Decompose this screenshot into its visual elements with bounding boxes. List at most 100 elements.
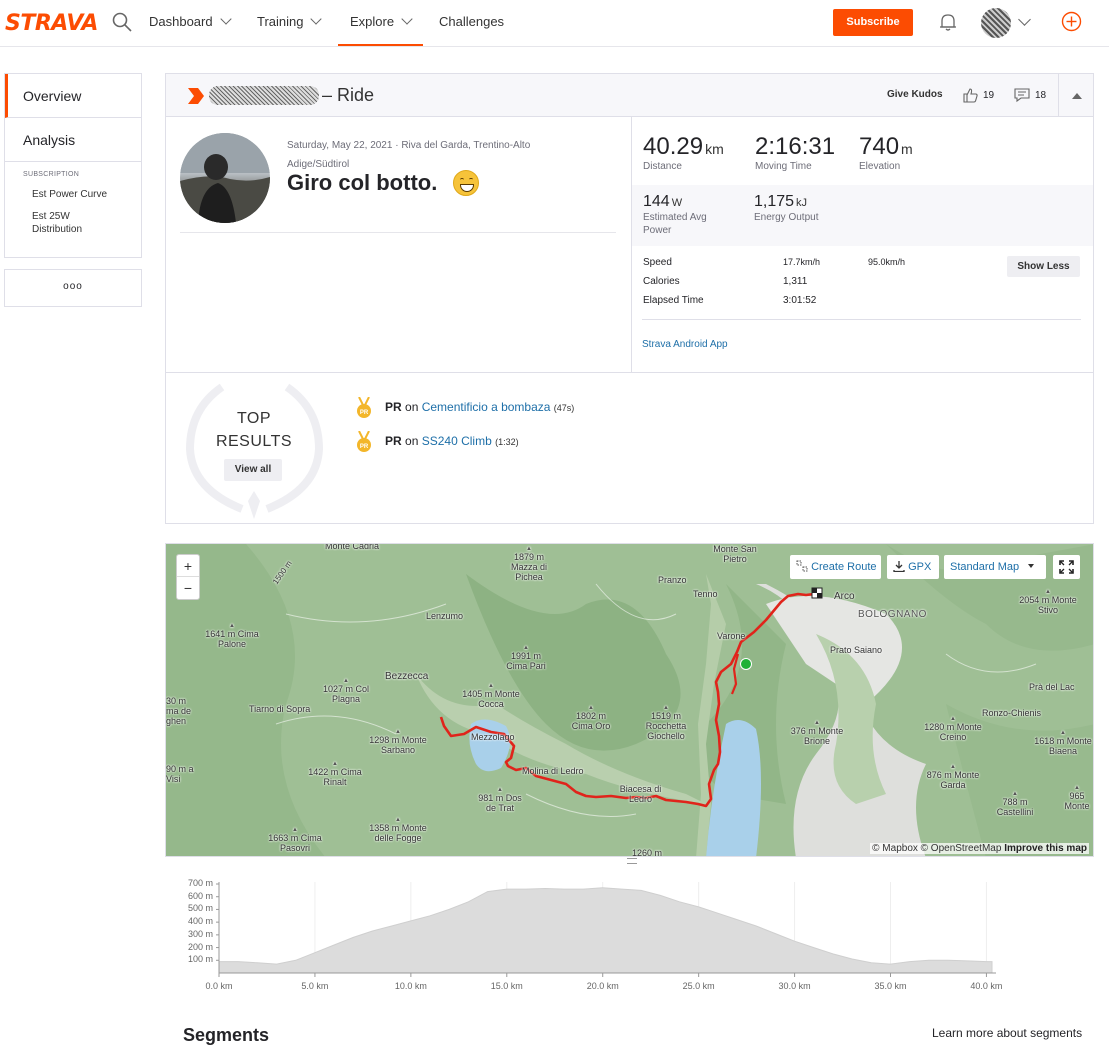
top-results-heading-line: RESULTS [215,433,293,450]
power-unit: W [671,197,683,209]
create-route-label: Create Route [811,561,877,573]
map-label: Monte Cadria [325,543,380,551]
give-kudos-button[interactable]: Give Kudos [887,89,943,100]
create-route-button[interactable]: Create Route [790,555,881,579]
bell-icon[interactable] [938,12,958,32]
activity-title: Giro col botto. [287,170,438,195]
nav-dashboard[interactable]: Dashboard [149,0,232,46]
map-label: 1027 m Col Plagna [322,678,370,704]
svg-text:PR: PR [360,444,369,450]
chevron-down-icon [401,13,413,25]
divider [180,232,616,233]
pr-on: on [405,400,419,414]
comment-icon[interactable] [1014,87,1030,103]
device-link[interactable]: Strava Android App [642,339,728,350]
map-attribution-text[interactable]: © Mapbox © OpenStreetMap [872,843,1001,854]
map-attribution: © Mapbox © OpenStreetMap Improve this ma… [870,843,1089,854]
activity-card: – Ride Give Kudos 19 18 Saturday, May 22… [165,73,1094,524]
nav-challenges[interactable]: Challenges [439,0,504,46]
chevron-down-icon [310,13,323,25]
x-tick-label: 25.0 km [682,981,715,991]
sidebar-tab-overview[interactable]: Overview [5,74,141,118]
more-actions-button[interactable]: ooo [4,269,142,307]
subscribe-button[interactable]: Subscribe [833,9,913,36]
map-label: 788 m Castellini [992,791,1038,817]
user-avatar[interactable] [981,8,1011,38]
speed-avg: 17.7km/h [783,257,821,267]
stat-energy: 1,175 kJ Energy Output [754,193,818,224]
expand-icon [1059,560,1074,574]
plus-circle-icon[interactable] [1061,11,1082,32]
improve-map-link[interactable]: Improve this map [1004,843,1087,854]
map-label: 965 Monte [1060,785,1093,811]
y-tick-label: 300 m [187,928,213,939]
divider [642,319,1081,320]
sidebar-link-power-curve[interactable]: Est Power Curve [23,188,141,201]
zoom-in-button[interactable]: + [177,555,199,577]
x-tick-label: 20.0 km [586,981,619,991]
sidebar-tab-analysis[interactable]: Analysis [5,118,141,162]
stat-power: 144 W Estimated Avg Power [643,193,733,237]
kudos-count[interactable]: 19 [983,90,994,101]
resize-handle[interactable] [627,858,637,864]
nav-dashboard-label: Dashboard [149,14,213,29]
divider [166,372,1093,373]
grinning-emoji-icon [453,170,479,196]
x-tick-label: 0.0 km [205,981,233,991]
athlete-name-redacted[interactable] [209,86,319,105]
fullscreen-button[interactable] [1053,555,1080,579]
calories-value: 1,311 [783,276,808,287]
map-label: Biacesa di Ledro [619,784,662,804]
elevation-profile[interactable]: 700 m 600 m 500 m 400 m 300 m 200 m 100 m 0.0 k… [165,858,1094,996]
segments-heading: Segments [183,1025,270,1045]
map-label: 30 m ma de ghen [166,696,192,726]
subscription-section: SUBSCRIPTION Est Power Curve Est 25W Dis… [5,162,141,257]
map-label: Varone [717,631,746,641]
map-label: Prà del Lac [1029,682,1075,692]
route-map[interactable]: + − Create Route GPX Standard Map Monte … [165,543,1094,857]
activity-date-location: Saturday, May 22, 2021 · Riva del Garda,… [287,140,531,170]
pr-medal-icon: PR [357,397,371,418]
map-label: 1280 m Monte Creino [920,716,986,742]
learn-more-segments-link[interactable]: Learn more about segments [932,1026,1082,1040]
elevation-chart [216,882,996,977]
map-style-dropdown[interactable]: Standard Map [944,555,1046,579]
nav-training[interactable]: Training [257,0,323,46]
caret-down-icon [1028,564,1035,568]
segment-link[interactable]: Cementificio a bombaza [422,400,551,414]
x-tick-label: 10.0 km [394,981,427,991]
sidebar-link-power-distribution[interactable]: Est 25W Distribution [23,210,103,236]
map-label: 876 m Monte Garda [920,764,986,790]
map-label: 1641 m Cima Palone [202,623,262,649]
show-less-button[interactable]: Show Less [1007,256,1080,277]
ride-chevron-icon [188,88,204,104]
zoom-out-button[interactable]: − [177,577,199,599]
comment-count[interactable]: 18 [1035,90,1046,101]
nav-explore[interactable]: Explore [338,0,424,46]
zoom-controls: + − [176,554,200,600]
elevation-label: Elevation [859,161,901,172]
download-icon [893,561,905,573]
map-label: 1879 m Mazza di Pichea [508,546,550,582]
segment-link[interactable]: SS240 Climb [422,434,492,448]
strava-logo[interactable]: STRAVA [5,11,98,36]
map-label: 1519 m Rocchetta Giochello [638,705,694,741]
chevron-down-icon[interactable] [1018,13,1031,26]
y-tick-label: 700 m [187,878,213,888]
pr-time: (47s) [553,403,575,413]
power-value: 144 [643,193,670,210]
search-icon[interactable] [112,12,132,32]
athlete-avatar[interactable] [180,133,270,223]
activity-type: – Ride [322,85,375,105]
stat-elevation: 740 m Elevation [859,133,913,172]
nav-training-label: Training [257,14,304,29]
thumbs-up-icon[interactable] [962,87,979,104]
activity-header: – Ride Give Kudos 19 18 [166,74,1093,117]
elapsed-label: Elapsed Time [643,295,704,306]
gpx-button[interactable]: GPX [887,555,939,579]
collapse-button[interactable] [1058,74,1093,117]
power-label: Estimated Avg Power [643,212,707,236]
map-label: 376 m Monte Brione [782,720,852,746]
chevron-down-icon [219,13,232,25]
view-all-button[interactable]: View all [224,459,282,481]
